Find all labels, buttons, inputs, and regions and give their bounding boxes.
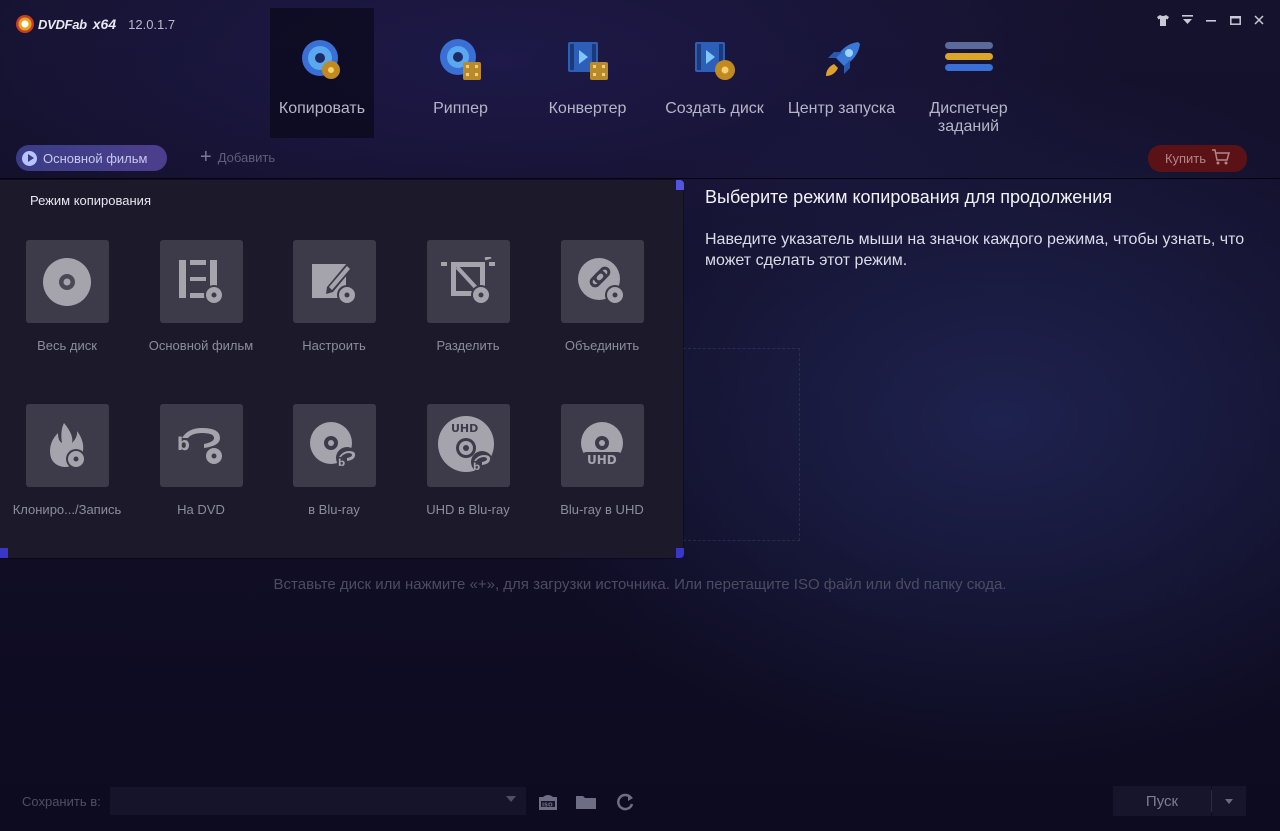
mode-label: На DVD (177, 502, 225, 517)
svg-text:ISO: ISO (542, 803, 553, 809)
save-path-input[interactable] (110, 787, 526, 815)
mode-clone-burn[interactable]: Клониро.../Запись (0, 404, 134, 517)
svg-text:UHD: UHD (451, 422, 478, 435)
start-button[interactable]: Пуск (1113, 786, 1211, 816)
mode-label: Весь диск (37, 338, 97, 353)
plus-icon: + (200, 146, 212, 168)
nav-converter[interactable]: Конвертер (524, 8, 651, 138)
video-converter-icon (564, 36, 612, 84)
logo-name: DVDFab (38, 16, 87, 32)
mode-to-dvd[interactable]: b На DVD (134, 404, 268, 517)
panel-accent (0, 548, 8, 558)
disc-ripper-icon (437, 36, 485, 84)
mode-label: Разделить (436, 338, 500, 353)
nav-label: Конвертер (548, 100, 627, 117)
svg-text:UHD: UHD (587, 453, 617, 467)
nav-creator[interactable]: Создать диск (651, 8, 778, 138)
nav-label: Копировать (278, 100, 366, 117)
mode-label: Blu-ray в UHD (560, 502, 644, 517)
mode-pill-button[interactable]: Основной фильм (16, 145, 167, 171)
panel-accent (676, 548, 684, 558)
main-nav: Копировать Риппер Конвертер Создать диск… (270, 8, 1032, 138)
svg-text:b: b (473, 462, 480, 473)
mode-main-movie[interactable]: Основной фильм (134, 240, 268, 353)
customize-icon (292, 240, 376, 323)
disc-creator-icon (691, 36, 739, 84)
nav-label: Диспетчер заданий (929, 100, 1008, 135)
nav-task-manager[interactable]: Диспетчер заданий (905, 8, 1032, 138)
nav-launchpad[interactable]: Центр запуска (778, 8, 905, 138)
add-button[interactable]: + Добавить (200, 146, 276, 168)
buy-label: Купить (1164, 151, 1207, 166)
save-path-dropdown-icon[interactable] (506, 796, 516, 802)
mode-pill-label: Основной фильм (43, 150, 148, 166)
folder-icon[interactable] (575, 792, 597, 812)
mode-label: в Blu-ray (308, 502, 360, 517)
refresh-icon[interactable] (614, 792, 636, 812)
mode-bluray-to-uhd[interactable]: UHD Blu-ray в UHD (535, 404, 669, 517)
nav-label: Центр запуска (787, 100, 896, 117)
panel-accent (676, 180, 684, 190)
nav-copy[interactable]: Копировать (270, 8, 374, 138)
nav-label: Создать диск (665, 100, 764, 117)
mode-uhd-to-bluray[interactable]: UHD b UHD в Blu-ray (401, 404, 535, 517)
mode-label: UHD в Blu-ray (426, 502, 510, 517)
maximize-icon[interactable] (1228, 13, 1242, 27)
app-version: 12.0.1.7 (128, 16, 176, 32)
svg-text:b: b (177, 434, 190, 455)
mode-label: Клониро.../Запись (12, 502, 122, 517)
task-list-icon (944, 36, 993, 84)
play-icon (22, 150, 37, 166)
svg-text:b: b (338, 458, 345, 469)
add-label: Добавить (217, 149, 276, 165)
start-dropdown-button[interactable] (1212, 786, 1246, 816)
mode-label: Основной фильм (148, 338, 254, 353)
mode-label: Объединить (564, 338, 640, 353)
buy-button[interactable]: Купить (1148, 145, 1247, 172)
mode-to-bluray[interactable]: b в Blu-ray (267, 404, 401, 517)
mode-merge[interactable]: Объединить (535, 240, 669, 353)
drop-target[interactable] (683, 348, 800, 541)
nav-label: Риппер (433, 100, 488, 117)
split-icon (426, 240, 510, 323)
menu-icon[interactable] (1180, 13, 1194, 27)
disc-copy-icon (298, 36, 346, 84)
to-bluray-icon: b (292, 404, 376, 487)
clone-burn-icon (25, 404, 109, 487)
mode-split[interactable]: Разделить (401, 240, 535, 353)
save-to-label: Сохранить в: (22, 794, 101, 809)
copy-mode-title: Режим копирования (30, 193, 151, 208)
drop-hint: Вставьте диск или нажмите «+», для загру… (273, 576, 1007, 593)
merge-icon (560, 240, 644, 323)
mode-customize[interactable]: Настроить (267, 240, 401, 353)
mode-label: Настроить (302, 338, 366, 353)
bluray-to-uhd-icon: UHD (560, 404, 644, 487)
logo-arch: x64 (92, 16, 117, 32)
to-dvd-icon: b (159, 404, 243, 487)
cart-icon (1212, 149, 1231, 168)
uhd-to-bluray-icon: UHD b (426, 404, 510, 487)
app-window: DVDFab x64 12.0.1.7 Копировать Риппер Ко… (0, 0, 1280, 831)
dvdfab-logo-icon (16, 15, 34, 33)
close-icon[interactable] (1252, 13, 1266, 27)
window-controls (1156, 13, 1266, 27)
mode-full-disc[interactable]: Весь диск (0, 240, 134, 353)
shirt-icon[interactable] (1156, 13, 1170, 27)
info-title: Выберите режим копирования для продолжен… (705, 187, 1113, 207)
nav-ripper[interactable]: Риппер (397, 8, 524, 138)
info-text: Наведите указатель мыши на значок каждог… (705, 231, 1245, 269)
main-movie-icon (159, 240, 243, 323)
full-disc-icon (25, 240, 109, 323)
toolbar-divider (0, 178, 1280, 179)
iso-icon[interactable]: ISO (537, 792, 559, 812)
minimize-icon[interactable] (1204, 13, 1218, 27)
app-logo: DVDFab x64 12.0.1.7 (16, 14, 175, 34)
rocket-icon (818, 36, 866, 84)
